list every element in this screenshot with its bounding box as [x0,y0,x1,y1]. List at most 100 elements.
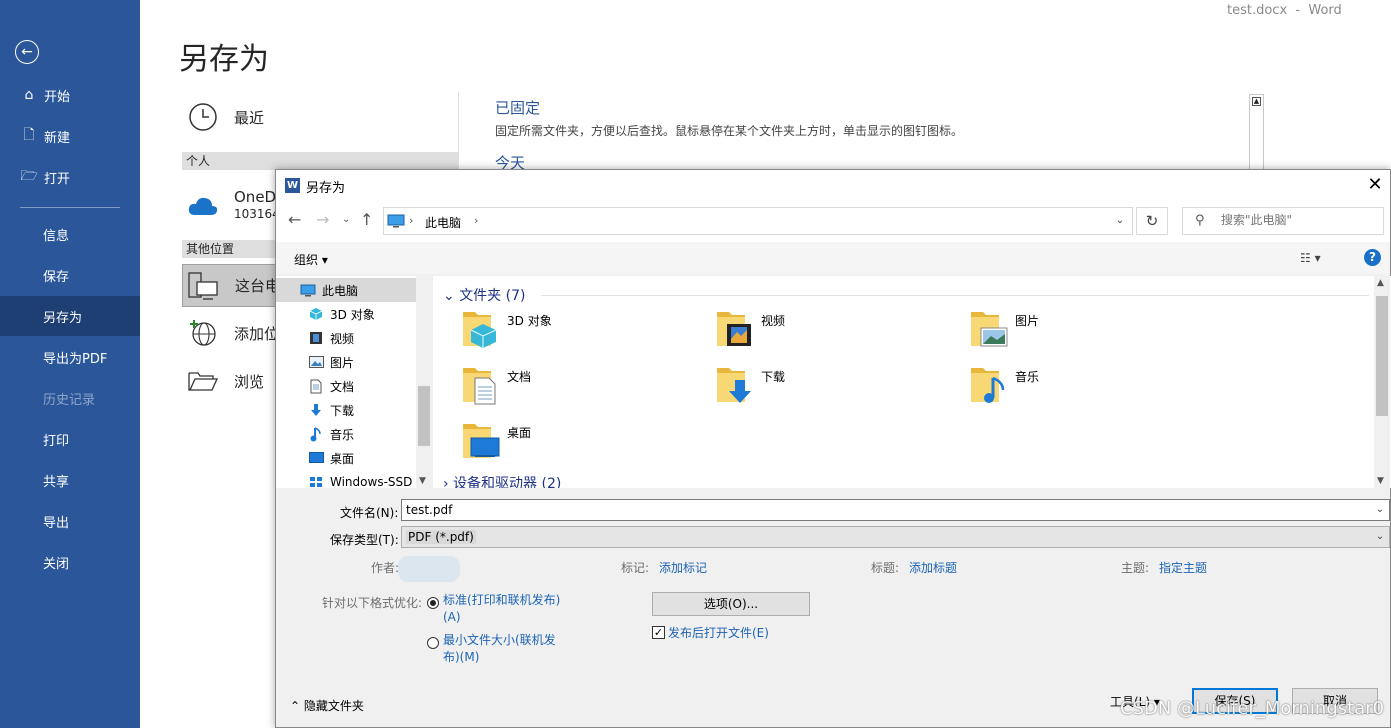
group-header-folders[interactable]: ⌄ 文件夹 (7) [443,285,525,305]
section-personal: 个人 [182,152,459,170]
navigation-pane: 此电脑 3D 对象 视频 图片 文档 下载 音乐 桌面 Windows-SSD … [276,276,432,488]
group-divider [541,295,1369,296]
nav-info[interactable]: 信息 [0,214,140,254]
view-options-icon[interactable]: ☷ ▾ [1300,251,1321,265]
radio-standard-label[interactable]: 标准(打印和联机发布)(A) [443,592,571,626]
radio-minimum[interactable] [427,637,439,649]
location-add-place[interactable]: 添加位 [182,313,279,353]
radio-minimum-label[interactable]: 最小文件大小(联机发布)(M) [443,632,563,666]
folder-item[interactable]: 3D 对象 [461,306,701,354]
page-title: 另存为 [179,42,269,77]
nav-new[interactable]: 🗋 新建 [0,116,140,156]
subject-label: 主题: [1121,561,1150,575]
filename-input[interactable]: test.pdf ⌄ [401,499,1390,521]
scroll-down-icon[interactable]: ▼ [1377,476,1384,486]
computer-icon [183,271,225,301]
watermark: CSDN @Lucifer_Morningstar0 [1120,698,1385,719]
nav-close[interactable]: 关闭 [0,542,140,582]
document-icon [306,379,326,394]
refresh-button[interactable]: ↻ [1136,207,1168,235]
file-pane-scrollbar[interactable]: ▲ ▼ [1374,276,1390,488]
document-folder-icon [463,368,496,405]
scroll-thumb[interactable] [1376,296,1388,416]
desktop-icon [306,452,326,464]
dialog-navbar: ← → ⌄ ↑ › 此电脑 › ⌄ ↻ ⚲ [276,200,1390,242]
cube-icon [306,307,326,321]
address-bar[interactable]: › 此电脑 › ⌄ [383,207,1133,235]
nav-save[interactable]: 保存 [0,255,140,295]
folder-item[interactable]: 下载 [715,362,955,410]
folder-item[interactable]: 图片 [969,306,1209,354]
folder-item[interactable]: 视频 [715,306,955,354]
author-value[interactable] [398,556,460,582]
back-arrow-icon[interactable]: ← [288,210,301,229]
help-icon[interactable]: ? [1364,249,1381,266]
scroll-up-icon[interactable]: ▲ [1377,278,1384,288]
search-input[interactable] [1221,213,1371,227]
tree-item-videos[interactable]: 视频 [276,326,416,350]
new-doc-icon: 🗋 [23,127,35,143]
location-recent[interactable]: 最近 [182,97,264,137]
onedrive-label: OneD [234,188,277,206]
add-title-link[interactable]: 添加标题 [909,559,957,576]
folder-item[interactable]: 文档 [461,362,701,410]
options-button[interactable]: 选项(O)... [652,592,810,616]
chevron-down-icon[interactable]: ⌄ [1108,208,1132,234]
back-arrow-icon[interactable]: ← [15,40,39,64]
group-header-drives[interactable]: › 设备和驱动器 (2) [443,473,561,488]
radio-standard[interactable] [427,597,439,609]
film-icon [306,331,326,345]
nav-export[interactable]: 导出 [0,501,140,541]
nav-open[interactable]: 🗁 打开 [0,157,140,197]
backstage-scrollbar[interactable]: ▲ [1249,94,1264,172]
tree-item-pictures[interactable]: 图片 [276,350,416,374]
scroll-thumb[interactable] [418,386,430,446]
nav-pane-scrollbar[interactable]: ▼ [416,276,432,488]
tree-item-desktop[interactable]: 桌面 [276,446,416,470]
search-box[interactable]: ⚲ [1182,207,1384,235]
hide-folders-toggle[interactable]: ⌃ 隐藏文件夹 [290,697,364,714]
music-icon [306,426,326,442]
nav-print[interactable]: 打印 [0,419,140,459]
nav-save-as[interactable]: 另存为 [0,296,140,336]
savetype-select[interactable]: PDF (*.pdf) ⌄ [401,526,1390,548]
breadcrumb-this-pc[interactable]: 此电脑 [425,214,461,231]
computer-icon [298,284,318,297]
open-after-label[interactable]: 发布后打开文件(E) [668,624,769,641]
breadcrumb-separator-icon[interactable]: › [474,214,478,227]
globe-icon [182,318,224,348]
author-label: 作者: [371,561,400,575]
organize-menu[interactable]: 组织 ▾ [294,251,328,268]
scroll-down-icon[interactable]: ▼ [419,476,426,486]
onedrive-account: 103164 [234,207,280,221]
specify-subject-link[interactable]: 指定主题 [1159,559,1207,576]
tree-item-downloads[interactable]: 下载 [276,398,416,422]
tree-item-documents[interactable]: 文档 [276,374,416,398]
recent-dropdown-icon[interactable]: ⌄ [342,214,350,225]
folder-item[interactable]: 桌面 [461,418,701,466]
forward-arrow-icon[interactable]: → [316,210,329,229]
nav-home[interactable]: ⌂ 开始 [0,75,140,115]
folder-item[interactable]: 音乐 [969,362,1209,410]
tree-item-this-pc[interactable]: 此电脑 [276,278,416,302]
chevron-down-icon: ⌄ [443,288,460,304]
scroll-up-icon[interactable]: ▲ [1252,97,1261,106]
open-after-checkbox[interactable]: ✓ [652,626,665,639]
location-onedrive[interactable]: OneD 103164 [182,186,280,226]
tree-item-music[interactable]: 音乐 [276,422,416,446]
nav-share[interactable]: 共享 [0,460,140,500]
nav-export-pdf[interactable]: 导出为PDF [0,337,140,377]
tags-label: 标记: [621,561,650,575]
chevron-down-icon[interactable]: ⌄ [1371,527,1389,547]
close-icon[interactable]: ✕ [1360,170,1390,200]
up-arrow-icon[interactable]: ↑ [360,210,373,229]
tree-item-windows-ssd[interactable]: Windows-SSD [276,470,416,488]
open-folder-icon: 🗁 [20,168,38,184]
drive-icon [306,476,326,488]
chevron-down-icon[interactable]: ⌄ [1371,500,1389,520]
add-tags-link[interactable]: 添加标记 [659,559,707,576]
location-browse[interactable]: 浏览 [182,361,264,401]
music-folder-icon [971,368,1005,403]
tree-item-3d-objects[interactable]: 3D 对象 [276,302,416,326]
home-icon: ⌂ [24,87,34,103]
